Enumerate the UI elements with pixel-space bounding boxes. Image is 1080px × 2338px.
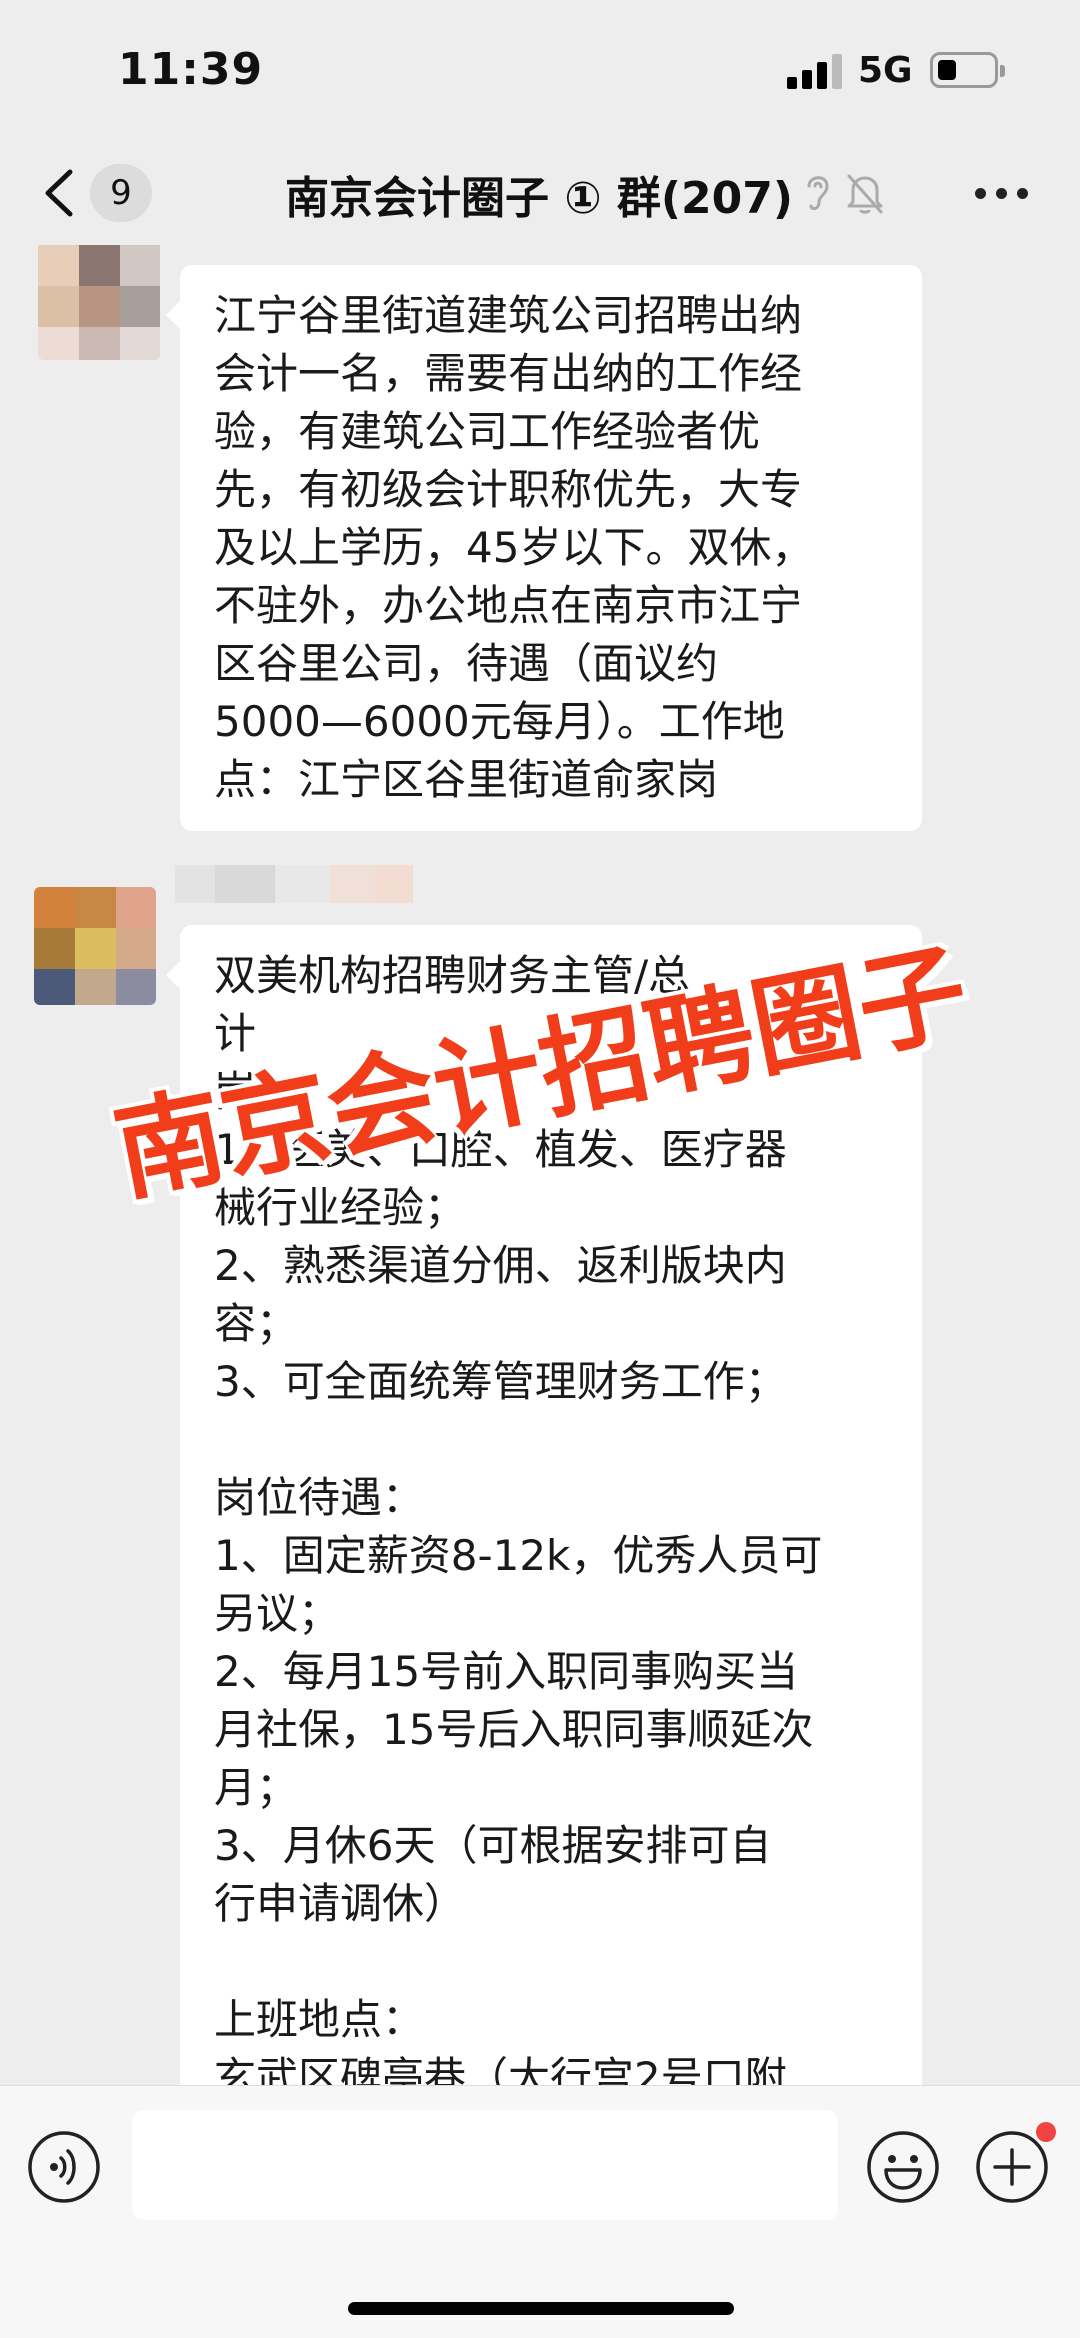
message-line bbox=[214, 1933, 888, 1991]
message-line: 岗位待遇： bbox=[214, 1473, 425, 1522]
message-line: 点：江宁区谷里街道俞家岗 bbox=[214, 755, 719, 804]
message-bubble[interactable]: 江宁谷里街道建筑公司招聘出纳 会计一名，需要有出纳的工作经 验，有建筑公司工作经… bbox=[166, 265, 922, 831]
message-line: 江宁谷里街道建筑公司招聘出纳 bbox=[214, 291, 803, 340]
unread-count-badge[interactable]: 9 bbox=[90, 164, 152, 222]
message-line: 2、熟悉渠道分佣、返利版块内 bbox=[214, 1241, 787, 1290]
message-line: 上班地点： bbox=[214, 1995, 425, 2044]
ear-icon bbox=[807, 176, 829, 211]
message-line: 会计一名，需要有出纳的工作经 bbox=[214, 349, 803, 398]
avatar[interactable] bbox=[34, 887, 156, 1005]
input-bar bbox=[0, 2085, 1080, 2338]
emoji-icon[interactable] bbox=[866, 2130, 940, 2204]
status-bar: 11:39 5G bbox=[0, 0, 1080, 140]
bell-off-icon bbox=[847, 174, 883, 214]
message-line: 1、固定薪资8-12k，优秀人员可 bbox=[214, 1531, 823, 1580]
avatar[interactable] bbox=[38, 245, 160, 360]
sender-nickname-blurred bbox=[175, 865, 413, 903]
message-line bbox=[214, 1411, 888, 1469]
message-line: 先，有初级会计职称优先，大专 bbox=[214, 465, 803, 514]
message-line: 另议； bbox=[214, 1589, 341, 1638]
chat-title[interactable]: 南京会计圈子 ① 群(207) bbox=[285, 162, 793, 226]
more-dots-icon[interactable] bbox=[975, 188, 1029, 200]
message-line: 区谷里公司，待遇（面议约 bbox=[214, 639, 719, 688]
message-line: 容； bbox=[214, 1299, 299, 1348]
message-line: 月社保，15号后入职同事顺延次 bbox=[214, 1705, 814, 1754]
message-line: 及以上学历，45岁以下。双休， bbox=[214, 523, 814, 572]
message-line: 月； bbox=[214, 1763, 299, 1812]
message-line: 验，有建筑公司工作经验者优 bbox=[214, 407, 761, 456]
voice-icon[interactable] bbox=[27, 2130, 101, 2204]
message-line: 不驻外，办公地点在南京市江宁 bbox=[214, 581, 803, 630]
network-type: 5G bbox=[858, 50, 913, 91]
chevron-left-icon[interactable] bbox=[40, 168, 80, 218]
status-time: 11:39 bbox=[118, 44, 264, 95]
battery-icon bbox=[930, 52, 1005, 88]
message-line: 2、每月15号前入职同事购买当 bbox=[214, 1647, 799, 1696]
home-indicator[interactable] bbox=[348, 2302, 734, 2315]
message-line: 行申请调休） bbox=[214, 1879, 467, 1928]
message-line: 3、可全面统筹管理财务工作； bbox=[214, 1357, 787, 1406]
chat-header: 9 南京会计圈子 ① 群(207) bbox=[0, 140, 1080, 245]
message-line: 玄武区碑亭巷（大行宫2号口附 bbox=[214, 2053, 787, 2085]
message-input[interactable] bbox=[132, 2110, 838, 2220]
message-line: 5000—6000元每月）。工作地 bbox=[214, 697, 785, 746]
message-line: 3、月休6天（可根据安排可自 bbox=[214, 1821, 772, 1870]
signal-icon bbox=[787, 53, 845, 89]
notification-dot bbox=[1036, 2122, 1056, 2142]
plus-icon[interactable] bbox=[975, 2130, 1049, 2204]
